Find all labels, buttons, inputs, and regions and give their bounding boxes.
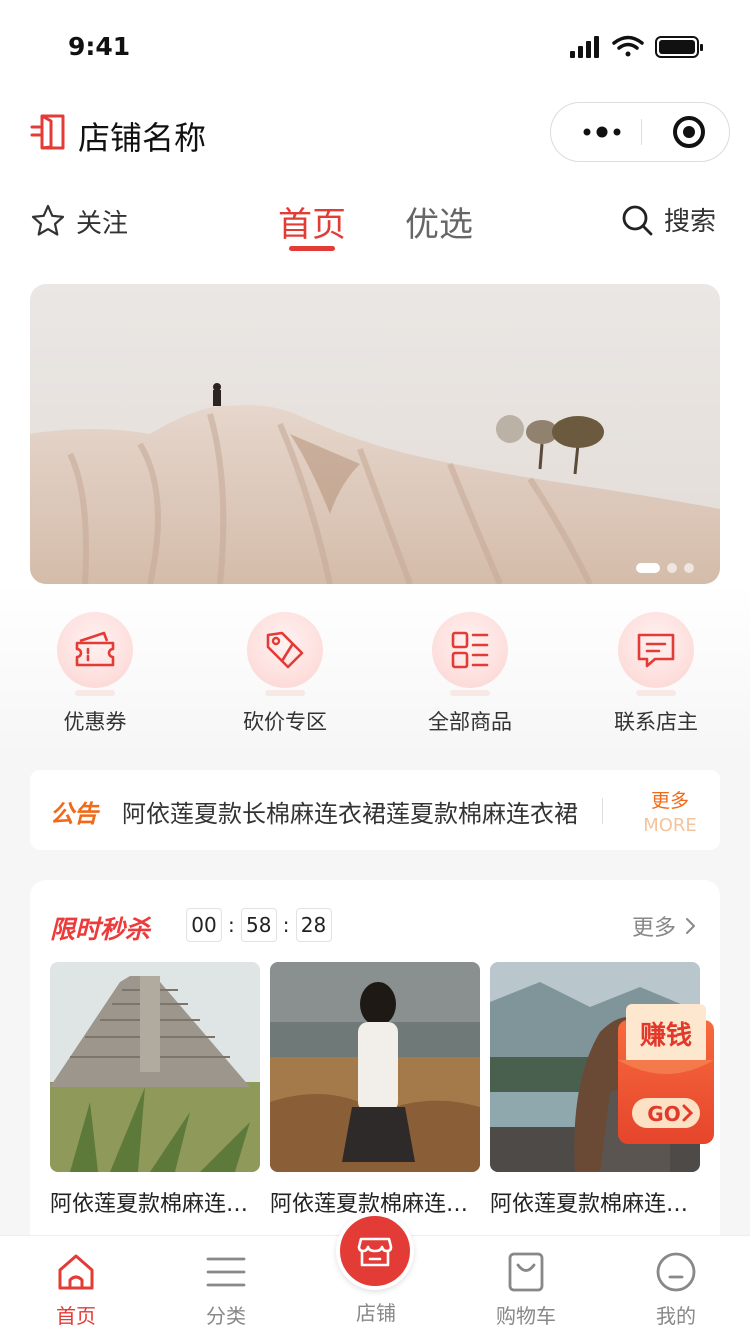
tab-bar-label: 首页 [56,1304,96,1328]
notice-more-label: 更多 [650,790,689,812]
quick-menu-label: 联系店主 [614,710,698,734]
tab-home[interactable]: 首页 [278,197,346,246]
countdown-seconds: 28 [295,908,332,942]
notice-bar[interactable]: 公告 阿依莲夏款长棉麻连衣裙莲夏款棉麻连衣裙 更多 MORE [30,770,720,850]
chevron-right-icon [686,918,695,934]
quick-menu-label: 砍价专区 [243,710,327,734]
profile-icon [656,1252,696,1292]
tab-bar-label: 店铺 [356,1301,396,1325]
search-button[interactable]: 搜索 [620,201,716,238]
follow-button[interactable]: 关注 [30,201,128,241]
notice-tag: 公告 [50,800,98,828]
tab-bar-label: 分类 [206,1304,246,1328]
quick-menu-label: 全部商品 [428,710,512,734]
countdown-timer: 00 : 58 : 28 [186,908,332,942]
search-label: 搜索 [664,207,717,237]
countdown-hours: 00 [186,908,222,942]
tab-featured[interactable]: 优选 [405,197,473,246]
close-target-icon[interactable] [642,103,729,161]
status-icons [570,35,703,58]
earn-label: 赚钱 [640,1021,692,1051]
tab-bar-home[interactable]: 首页 [16,1250,136,1329]
flash-sale-more-label: 更多 [631,916,676,941]
bag-icon [508,1252,544,1292]
wifi-icon [612,35,644,57]
tab-bar-label: 我的 [656,1304,696,1328]
tab-bar-profile[interactable]: 我的 [616,1250,736,1329]
flash-sale-title: 限时秒杀 [50,915,151,944]
tab-bar-category[interactable]: 分类 [166,1250,286,1329]
chat-icon [637,633,675,668]
countdown-minutes: 58 [240,908,277,942]
notice-more-button[interactable]: 更多 MORE [630,786,710,836]
tab-bar-cart[interactable]: 购物车 [466,1250,586,1329]
tab-bar-store-button[interactable] [336,1212,414,1290]
product-name: 阿依莲夏款棉麻连衣裙 [50,1192,260,1217]
price-tag-icon [266,631,304,669]
store-logo-icon [30,114,65,150]
product-image [270,962,480,1172]
tab-bar-label: 购物车 [496,1304,556,1328]
pagination-dot [667,563,677,573]
coupon-icon [75,631,115,667]
search-icon [622,205,653,235]
status-time: 9:41 [68,32,131,61]
quick-menu-label: 优惠券 [63,710,127,734]
more-dots-icon[interactable] [563,103,641,161]
earn-go-label: GO [647,1102,680,1126]
notice-divider [602,798,603,824]
product-name: 阿依莲夏款棉麻连衣裙 [490,1192,700,1217]
notice-text: 阿依莲夏款长棉麻连衣裙莲夏款棉麻连衣裙 [122,800,578,828]
quick-menu-coupon[interactable]: 优惠券 [25,612,165,736]
quick-menu-bargain[interactable]: 砍价专区 [215,612,355,736]
home-icon [58,1254,94,1290]
signal-icon [570,36,599,58]
product-image [50,962,260,1172]
banner-pagination [636,563,694,573]
notice-more-label-en: MORE [643,815,697,836]
pagination-dot-active [636,563,660,573]
follow-label: 关注 [76,208,129,239]
quick-menu-all-products[interactable]: 全部商品 [400,612,540,736]
earn-money-badge[interactable]: 赚钱 GO [614,1000,718,1150]
tab-underline [289,246,335,251]
menu-icon [206,1257,246,1287]
quick-menu-contact[interactable]: 联系店主 [586,612,726,736]
banner-image [30,284,720,584]
star-icon [31,204,65,236]
store-icon [357,1237,393,1267]
pagination-dot [684,563,694,573]
product-card[interactable]: 阿依莲夏款棉麻连衣裙 [270,962,480,1218]
store-name: 店铺名称 [78,119,207,157]
flash-sale-more-button[interactable]: 更多 [632,910,700,942]
mini-program-capsule [550,102,730,162]
battery-icon [655,36,703,58]
product-card[interactable]: 阿依莲夏款棉麻连衣裙 [50,962,260,1218]
banner-carousel[interactable] [30,284,720,584]
grid-list-icon [451,631,489,669]
